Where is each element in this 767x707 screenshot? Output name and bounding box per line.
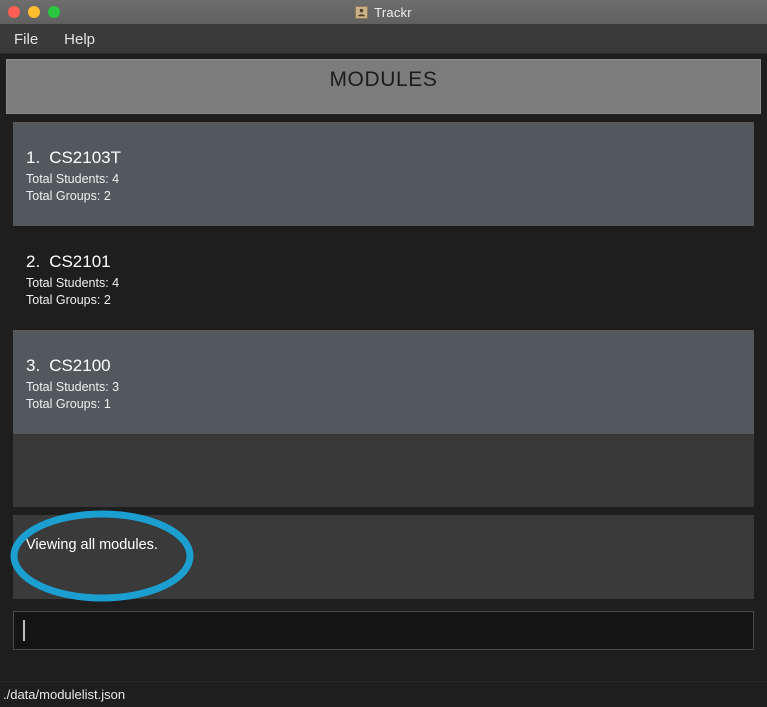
module-code: CS2100 xyxy=(49,356,111,375)
module-title: 1. CS2103T xyxy=(26,148,754,168)
module-total-groups: Total Groups: 2 xyxy=(26,189,111,203)
module-title: 3. CS2100 xyxy=(26,356,754,376)
status-bar-file-path: ./data/modulelist.json xyxy=(3,687,126,702)
module-total-students: Total Students: 4 xyxy=(26,172,120,186)
window-title: Trackr xyxy=(374,4,412,20)
list-item[interactable]: 2. CS2101 Total Students: 4 Total Groups:… xyxy=(13,226,754,330)
menu-item-file[interactable]: File xyxy=(14,31,38,48)
result-display-panel: Viewing all modules. xyxy=(13,515,754,599)
result-message: Viewing all modules. xyxy=(26,537,158,553)
page-header: MODULES xyxy=(6,59,761,114)
module-total-groups: Total Groups: 2 xyxy=(26,293,111,307)
text-caret xyxy=(23,620,25,641)
list-item[interactable]: 1. CS2103T Total Students: 4 Total Groups… xyxy=(13,122,754,226)
module-title: 2. CS2101 xyxy=(26,252,754,272)
module-index: 2. xyxy=(26,252,41,271)
window-controls xyxy=(0,6,60,18)
title-bar-center: Trackr xyxy=(0,0,767,24)
module-total-students: Total Students: 4 xyxy=(26,276,120,290)
list-item[interactable]: 3. CS2100 Total Students: 3 Total Groups:… xyxy=(13,330,754,434)
module-total-groups: Total Groups: 1 xyxy=(26,397,111,411)
maximize-window-button[interactable] xyxy=(48,6,60,18)
close-window-button[interactable] xyxy=(8,6,20,18)
module-code: CS2103T xyxy=(49,148,122,167)
page-title: MODULES xyxy=(329,68,438,91)
module-list[interactable]: 1. CS2103T Total Students: 4 Total Groups… xyxy=(0,122,767,434)
module-index: 3. xyxy=(26,356,41,375)
minimize-window-button[interactable] xyxy=(28,6,40,18)
module-code: CS2101 xyxy=(49,252,111,271)
menu-item-help[interactable]: Help xyxy=(64,31,95,48)
title-bar: Trackr xyxy=(0,0,767,25)
command-input[interactable] xyxy=(13,611,754,650)
menu-bar: File Help xyxy=(0,25,767,54)
person-icon xyxy=(355,5,369,19)
module-total-students: Total Students: 3 xyxy=(26,380,120,394)
status-bar: ./data/modulelist.json xyxy=(0,681,767,707)
module-list-empty-area xyxy=(13,434,754,507)
app-window: Trackr File Help MODULES 1. CS2103T Total… xyxy=(0,0,767,707)
module-index: 1. xyxy=(26,148,41,167)
